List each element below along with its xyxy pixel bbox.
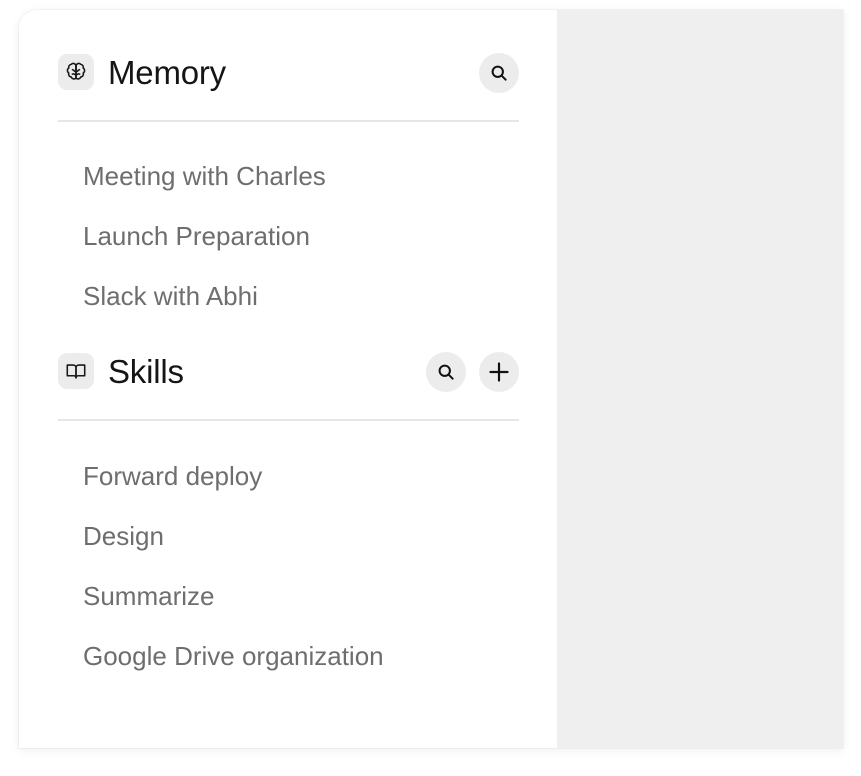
memory-item-meeting-with-charles[interactable]: Meeting with Charles <box>83 146 326 206</box>
skills-title: Skills <box>108 353 184 390</box>
memory-section-header: Memory <box>58 53 519 93</box>
memory-item-launch-preparation[interactable]: Launch Preparation <box>83 206 326 266</box>
main-content-pane <box>557 10 843 748</box>
skill-item-forward-deploy[interactable]: Forward deploy <box>83 446 384 506</box>
skill-item-summarize[interactable]: Summarize <box>83 566 384 626</box>
memory-list: Meeting with Charles Launch Preparation … <box>83 146 326 326</box>
memory-divider <box>58 120 519 122</box>
app-window: Memory Meeting with Charles Launch Prepa… <box>19 10 843 748</box>
skills-add-button[interactable] <box>479 352 519 392</box>
skills-divider <box>58 419 519 421</box>
skills-section-header: Skills <box>58 352 519 392</box>
skill-item-google-drive-organization[interactable]: Google Drive organization <box>83 626 384 686</box>
memory-search-button[interactable] <box>479 53 519 93</box>
search-icon <box>489 63 509 83</box>
book-open-icon <box>58 353 94 389</box>
search-icon <box>436 362 456 382</box>
skills-list: Forward deploy Design Summarize Google D… <box>83 446 384 686</box>
sidebar: Memory Meeting with Charles Launch Prepa… <box>19 10 557 748</box>
brain-icon <box>58 54 94 90</box>
skills-search-button[interactable] <box>426 352 466 392</box>
memory-item-slack-with-abhi[interactable]: Slack with Abhi <box>83 266 326 326</box>
skill-item-design[interactable]: Design <box>83 506 384 566</box>
memory-title: Memory <box>108 54 226 91</box>
plus-icon <box>487 360 511 384</box>
